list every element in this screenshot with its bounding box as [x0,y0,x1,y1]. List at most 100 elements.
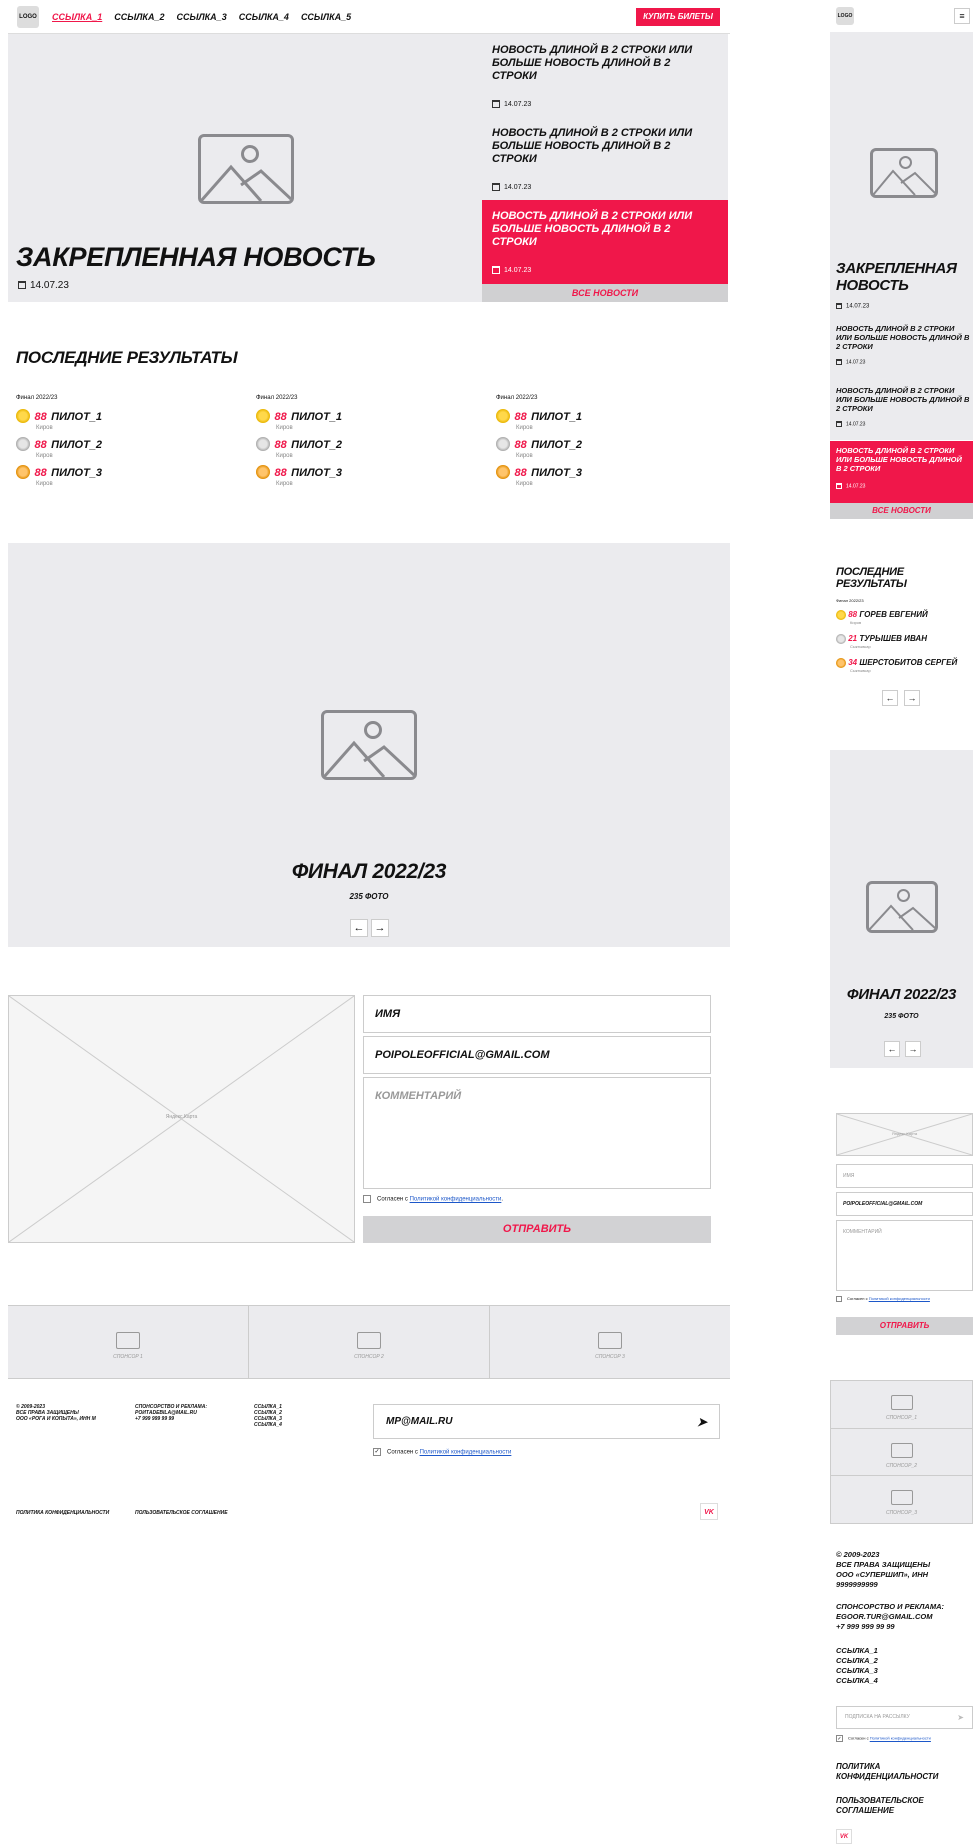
calendar-icon [18,281,26,290]
result-row: 88 ПИЛОТ_1 Киров [16,407,256,435]
email-field[interactable]: POIPOLEOFFICIAL@GMAIL.COM [363,1036,711,1074]
mobile-results-prev-button[interactable]: ← [882,690,898,706]
nav-link-5[interactable]: ССЫЛКА_5 [301,12,351,22]
vk-icon[interactable]: VK [700,1503,718,1520]
news-item-active[interactable]: НОВОСТЬ ДЛИНОЙ В 2 СТРОКИ ИЛИ БОЛЬШЕ НОВ… [482,200,728,284]
send-icon[interactable]: ➤ [697,1415,707,1429]
result-row: 88 ПИЛОТ_2 Киров [256,435,496,463]
mobile-footer-consent-row: ✓ Согласен с Политикой конфиденциальности [836,1735,931,1742]
sponsor-3[interactable]: СПОНСОР 3 [490,1306,730,1378]
mobile-footer-links: ССЫЛКА_1 ССЫЛКА_2 ССЫЛКА_3 ССЫЛКА_4 [836,1646,878,1686]
buy-tickets-button[interactable]: КУПИТЬ БИЛЕТЫ [636,8,720,26]
news-item[interactable]: НОВОСТЬ ДЛИНОЙ В 2 СТРОКИ ИЛИ БОЛЬШЕ НОВ… [482,34,728,117]
mobile-submit-button[interactable]: ОТПРАВИТЬ [836,1317,973,1335]
footer-consent-row: ✓ Согласен с Политикой конфиденциальности [373,1448,512,1456]
consent-checkbox[interactable] [836,1296,842,1302]
comment-field[interactable]: КОММЕНТАРИЙ [363,1077,711,1189]
mobile-gallery-title: ФИНАЛ 2022/23 [846,986,957,1003]
footer-link[interactable]: ССЫЛКА_4 [254,1422,282,1428]
mobile-results-next-button[interactable]: → [904,690,920,706]
nav-link-4[interactable]: ССЫЛКА_4 [239,12,289,22]
results-label: Финал 2022/23 [16,395,58,401]
image-placeholder-icon [116,1332,140,1349]
mobile-results: 88 ГОРЕВ ЕВГЕНИЙ Киров 21 ТУРЫШЕВ ИВАН Сык… [836,610,973,682]
gold-medal-icon [496,408,510,423]
mobile-sponsor-2[interactable]: СПОНСОР_2 [831,1429,972,1476]
hero-date: 14.07.23 [18,280,69,291]
hero-title: ЗАКРЕПЛЕННАЯ НОВОСТЬ [16,242,376,272]
name-field[interactable]: ИМЯ [363,995,711,1033]
privacy-link[interactable]: Политикой конфиденциальности [420,1450,512,1456]
mobile-hero-title: ЗАКРЕПЛЕННАЯ НОВОСТЬ [836,260,957,294]
news-date: 14.07.23 [492,100,531,108]
image-placeholder-icon [870,148,938,198]
calendar-icon [492,266,500,274]
result-row: 21 ТУРЫШЕВ ИВАН Сыктывкар [836,634,973,658]
nav-link-1[interactable]: ССЫЛКА_1 [52,12,102,22]
result-row: 88 ПИЛОТ_3 Киров [256,463,496,491]
nav-link-2[interactable]: ССЫЛКА_2 [114,12,164,22]
news-list: НОВОСТЬ ДЛИНОЙ В 2 СТРОКИ ИЛИ БОЛЬШЕ НОВ… [482,34,728,302]
consent-checkbox-checked[interactable]: ✓ [373,1448,381,1456]
gallery[interactable]: ФИНАЛ 2022/23 235 ФОТО ← → [8,543,730,947]
footer-link[interactable]: ССЫЛКА_4 [836,1676,878,1686]
mobile-terms-link[interactable]: ПОЛЬЗОВАТЕЛЬСКОЕ СОГЛАШЕНИЕ [836,1796,956,1816]
news-title: НОВОСТЬ ДЛИНОЙ В 2 СТРОКИ ИЛИ БОЛЬШЕ НОВ… [492,127,693,165]
results-column: Финал 2022/23 88 ПИЛОТ_1 Киров 88 ПИЛОТ_2… [16,395,256,487]
mobile-vk-icon[interactable]: VK [836,1829,852,1844]
silver-medal-icon [496,436,510,451]
calendar-icon [492,100,500,108]
results-label: Финал 2022/23 [496,395,538,401]
sponsor-1[interactable]: СПОНСОР 1 [8,1306,249,1378]
footer-terms-link[interactable]: ПОЛЬЗОВАТЕЛЬСКОЕ СОГЛАШЕНИЕ [135,1510,228,1516]
mobile-privacy-link[interactable]: ПОЛИТИКА КОНФИДЕНЦИАЛЬНОСТИ [836,1762,956,1782]
mobile-hero[interactable]: ЗАКРЕПЛЕННАЯ НОВОСТЬ 14.07.23 НОВОСТЬ ДЛ… [830,32,973,440]
mobile-page: LOGO ≡ ЗАКРЕПЛЕННАЯ НОВОСТЬ 14.07.23 НОВ… [830,0,973,1847]
subscribe-field[interactable]: MP@MAIL.RU ➤ [373,1404,720,1439]
privacy-link[interactable]: Политикой конфиденциальности [410,1197,502,1203]
send-icon[interactable]: ➤ [957,1713,964,1722]
hamburger-menu-icon[interactable]: ≡ [954,8,970,24]
privacy-link[interactable]: Политикой конфиденциальности [869,1296,930,1301]
mobile-news-item-active[interactable]: НОВОСТЬ ДЛИНОЙ В 2 СТРОКИ ИЛИ БОЛЬШЕ НОВ… [830,441,973,503]
mobile-email-field[interactable]: POIPOLEOFFICIAL@GMAIL.COM [836,1192,973,1216]
consent-checkbox[interactable] [363,1195,371,1203]
silver-medal-icon [16,436,30,451]
gallery-prev-button[interactable]: ← [350,919,368,937]
footer-link[interactable]: ССЫЛКА_1 [836,1646,878,1656]
results-title: ПОСЛЕДНИЕ РЕЗУЛЬТАТЫ [16,348,238,367]
mobile-name-field[interactable]: ИМЯ [836,1164,973,1188]
sponsor-2[interactable]: СПОНСОР 2 [249,1306,490,1378]
mobile-sponsor-3[interactable]: СПОНСОР_3 [831,1476,972,1523]
footer-link[interactable]: ССЫЛКА_2 [836,1656,878,1666]
mobile-gallery[interactable]: ФИНАЛ 2022/23 235 ФОТО ← → [830,750,973,1068]
mobile-gallery-count: 235 ФОТО [884,1013,919,1020]
image-placeholder-icon [890,1490,913,1505]
result-row: 88 ПИЛОТ_3 Киров [16,463,256,491]
mobile-news-item[interactable]: НОВОСТЬ ДЛИНОЙ В 2 СТРОКИ ИЛИ БОЛЬШЕ НОВ… [836,386,970,427]
hero-pinned-news[interactable]: ЗАКРЕПЛЕННАЯ НОВОСТЬ 14.07.23 [8,34,482,302]
footer-link[interactable]: ССЫЛКА_3 [836,1666,878,1676]
gallery-next-button[interactable]: → [371,919,389,937]
mobile-news-item[interactable]: НОВОСТЬ ДЛИНОЙ В 2 СТРОКИ ИЛИ БОЛЬШЕ НОВ… [836,324,970,365]
consent-checkbox-checked[interactable]: ✓ [836,1735,843,1742]
mobile-sponsor-1[interactable]: СПОНСОР_1 [831,1381,972,1429]
mobile-logo[interactable]: LOGO [836,7,854,25]
mobile-all-news-button[interactable]: ВСЕ НОВОСТИ [830,503,973,519]
footer-privacy-link[interactable]: ПОЛИТИКА КОНФИДЕНЦИАЛЬНОСТИ [16,1510,109,1516]
mobile-comment-field[interactable]: КОММЕНТАРИЙ [836,1220,973,1291]
map-placeholder[interactable]: Яндекс.Карта [8,995,355,1243]
calendar-icon [836,303,842,309]
all-news-button[interactable]: ВСЕ НОВОСТИ [482,284,728,302]
mobile-gallery-next-button[interactable]: → [905,1041,921,1057]
logo[interactable]: LOGO [17,6,39,28]
mobile-gallery-prev-button[interactable]: ← [884,1041,900,1057]
mobile-copyright: © 2009-2023 ВСЕ ПРАВА ЗАЩИЩЕНЫ ООО «СУПЕРШ… [836,1550,931,1589]
mobile-map-placeholder[interactable]: Яндекс.Карта [836,1113,973,1156]
news-item[interactable]: НОВОСТЬ ДЛИНОЙ В 2 СТРОКИ ИЛИ БОЛЬШЕ НОВ… [482,117,728,200]
nav-link-3[interactable]: ССЫЛКА_3 [176,12,226,22]
privacy-link[interactable]: Политикой конфиденциальности [870,1736,931,1741]
mobile-subscribe-field[interactable]: ПОДПИСКА НА РАССЫЛКУ ➤ [836,1706,973,1729]
submit-button[interactable]: ОТПРАВИТЬ [363,1216,711,1243]
result-row: 88 ПИЛОТ_2 Киров [16,435,256,463]
